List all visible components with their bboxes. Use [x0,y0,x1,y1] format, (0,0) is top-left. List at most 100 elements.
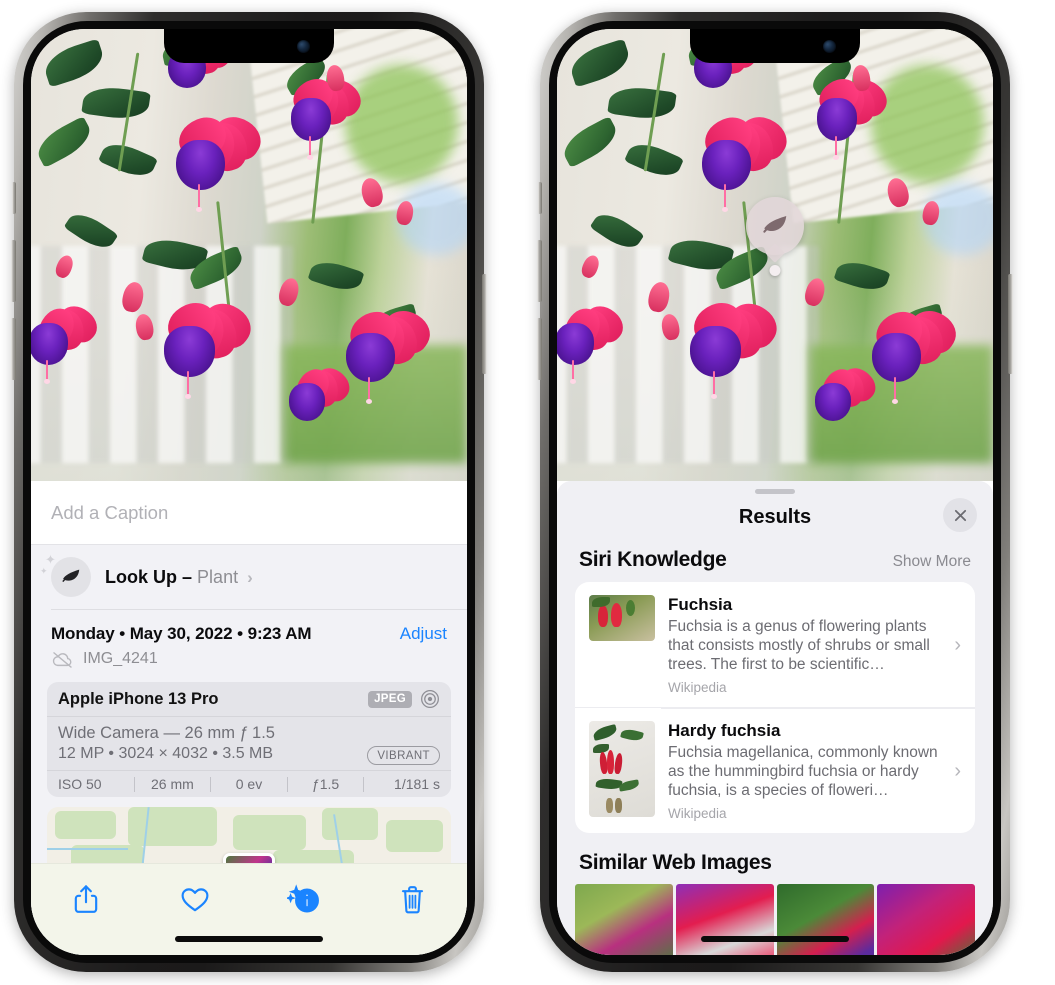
siri-knowledge-card: Fuchsia Fuchsia is a genus of flowering … [575,582,975,834]
visual-lookup-badge[interactable] [746,197,804,263]
adjust-button[interactable]: Adjust [400,624,447,644]
exif-ev: 0 ev [235,776,263,792]
info-button[interactable] [281,878,327,920]
result-source: Wikipedia [668,806,727,822]
look-up-dash: – [182,566,193,587]
close-button[interactable] [943,498,977,532]
similar-web-images-header: Similar Web Images [557,833,993,884]
close-icon [954,509,966,521]
leaf-icon [763,216,787,233]
result-title: Fuchsia [668,595,733,614]
sparkle-icon-small: ✦ [40,566,48,576]
home-indicator-left[interactable] [175,936,323,942]
exif-aperture: ƒ1.5 [311,776,340,792]
show-more-button[interactable]: Show More [893,553,971,571]
exif-focal: 26 mm [150,776,194,792]
volume-down-button-right[interactable] [537,318,542,380]
photo-fuchsia-flower [275,354,357,426]
screenshot-root: Add a Caption ✦ ✦ Look Up – Plant › Mond… [0,0,1055,985]
iphone-left: Add a Caption ✦ ✦ Look Up – Plant › Mond… [11,12,487,972]
camera-device-name: Apple iPhone 13 Pro [58,689,219,708]
photo-viewer-right[interactable] [557,29,993,481]
photo-fuchsia-flower [31,291,104,384]
result-description: Fuchsia magellanica, commonly known as t… [668,744,938,800]
siri-knowledge-heading: Siri Knowledge [579,548,727,571]
exif-row: ISO 50 26 mm 0 ev ƒ1.5 1/181 s [47,771,451,797]
volume-up-button-right[interactable] [537,240,542,302]
chevron-right-icon: › [954,633,961,656]
similar-web-images-heading: Similar Web Images [579,851,772,875]
exif-iso: ISO 50 [58,776,102,792]
chevron-right-icon: › [954,759,961,782]
screen-left: Add a Caption ✦ ✦ Look Up – Plant › Mond… [31,29,467,955]
result-text: Hardy fuchsia Fuchsia magellanica, commo… [668,721,941,821]
power-button-left[interactable] [482,274,487,374]
notch-right [690,29,860,63]
screen-right: Results Siri Knowledge Show More Fuchsia… [557,29,993,955]
photo-fuchsia-flower [670,287,786,400]
result-source: Wikipedia [668,680,727,696]
visual-lookup-anchor-dot [769,265,781,276]
chevron-right-icon: › [247,567,253,587]
camera-lens-line: Wide Camera — 26 mm ƒ 1.5 [58,724,275,742]
caption-placeholder: Add a Caption [51,501,169,523]
volume-up-button-left[interactable] [11,240,16,302]
result-description: Fuchsia is a genus of flowering plants t… [668,618,930,674]
similar-image-tile[interactable] [877,884,975,955]
knowledge-result-item[interactable]: Hardy fuchsia Fuchsia magellanica, commo… [575,707,975,833]
front-camera-right [823,40,836,53]
look-up-title: Look Up [105,566,177,587]
similar-image-tile[interactable] [675,884,774,955]
sparkle-icon: ✦ [45,552,56,567]
info-sparkle-icon [286,884,319,913]
photo-fuchsia-flower [801,354,883,426]
look-up-row[interactable]: ✦ ✦ Look Up – Plant › [31,545,467,609]
delete-button[interactable] [390,878,436,920]
knowledge-result-item[interactable]: Fuchsia Fuchsia is a genus of flowering … [575,582,975,707]
photo-viewer-left[interactable] [31,29,467,481]
leaf-icon: ✦ ✦ [40,553,91,597]
item-separator [661,708,975,710]
photo-foliage-blur [344,65,459,183]
favorite-button[interactable] [172,878,218,920]
look-up-label: Look Up – Plant › [105,567,253,588]
aperture-icon [421,690,439,708]
similar-web-images-row [557,884,993,955]
result-title: Hardy fuchsia [668,721,781,741]
power-button-right[interactable] [1008,274,1013,374]
look-up-subject: Plant [197,566,239,587]
results-header: Results [557,494,993,540]
similar-image-tile[interactable] [575,884,673,955]
similar-image-tile[interactable] [776,884,875,955]
exif-shutter: 1/181 s [394,776,440,792]
notch-left [164,29,334,63]
front-camera-left [297,40,310,53]
caption-field[interactable]: Add a Caption [31,481,467,545]
format-badge: JPEG [368,690,412,708]
mute-switch-left[interactable] [12,182,16,214]
volume-down-button-left[interactable] [11,318,16,380]
trash-icon [401,885,424,913]
share-button[interactable] [63,878,109,920]
photographic-style-badge: VIBRANT [367,746,440,765]
photo-info-sheet: Add a Caption ✦ ✦ Look Up – Plant › Mond… [31,481,467,955]
siri-knowledge-header: Siri Knowledge Show More [557,540,993,582]
cloud-slash-icon [52,651,72,668]
photo-date: Monday • May 30, 2022 • 9:23 AM [51,624,312,643]
photo-fuchsia-flower [557,291,630,384]
home-indicator-right[interactable] [701,936,849,942]
result-thumbnail [589,595,655,641]
photo-fuchsia-flower [683,101,795,212]
photo-foliage-blur [870,65,985,183]
photo-filename: IMG_4241 [83,650,158,667]
share-icon [74,885,97,913]
photo-metadata: Monday • May 30, 2022 • 9:23 AM Adjust I… [31,610,467,676]
result-thumbnail [589,721,655,818]
results-sheet: Results Siri Knowledge Show More Fuchsia… [557,481,993,955]
camera-info-card: Apple iPhone 13 Pro JPEG Wide Camera — 2… [47,682,451,797]
photo-fuchsia-flower [157,101,269,212]
mute-switch-right[interactable] [538,182,542,214]
result-text: Fuchsia Fuchsia is a genus of flowering … [668,595,941,695]
results-title: Results [738,505,812,528]
iphone-right: Results Siri Knowledge Show More Fuchsia… [537,12,1013,972]
